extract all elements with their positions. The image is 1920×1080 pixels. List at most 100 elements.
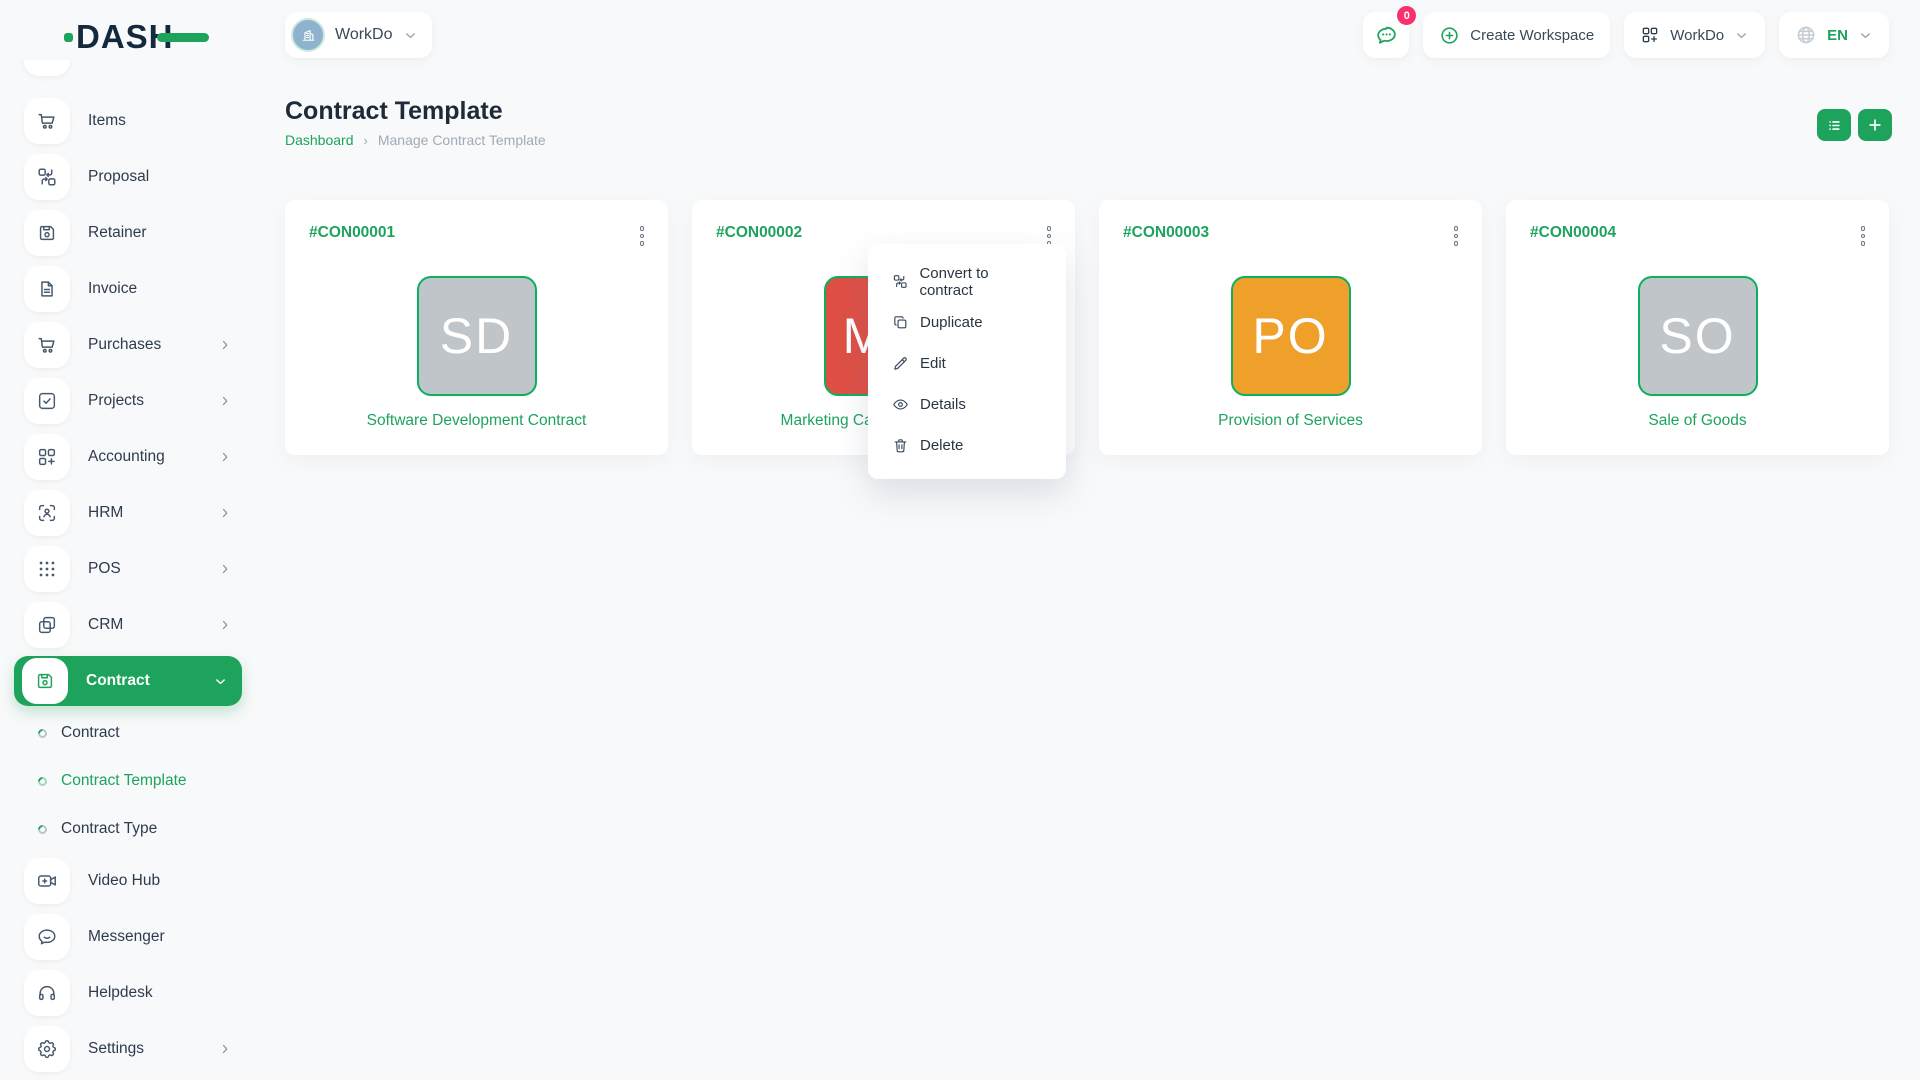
menu-item-duplicate[interactable]: Duplicate xyxy=(868,302,1066,343)
sidebar-item-label: Video Hub xyxy=(88,872,160,890)
sidebar-item-label: Projects xyxy=(88,392,144,410)
workspace-name: WorkDo xyxy=(335,26,393,44)
header-actions: 0 Create Workspace WorkDo EN xyxy=(1363,12,1889,58)
workspace-avatar xyxy=(291,18,325,52)
page-title: Contract Template xyxy=(285,97,503,126)
sidebar-item-label: Invoice xyxy=(88,280,137,298)
template-name-link[interactable]: Software Development Contract xyxy=(309,412,644,430)
menu-item-delete[interactable]: Delete xyxy=(868,425,1066,466)
card-context-menu: Convert to contract Duplicate Edit Detai… xyxy=(868,244,1066,479)
sidebar-item-label: CRM xyxy=(88,616,123,634)
cart-icon xyxy=(36,334,58,356)
user-scan-icon xyxy=(36,502,58,524)
language-code: EN xyxy=(1827,27,1848,44)
save-icon xyxy=(34,670,56,692)
sidebar-subitem-contract-type[interactable]: Contract Type xyxy=(0,805,256,853)
logo-dot xyxy=(64,33,73,42)
sidebar-item-label: Proposal xyxy=(88,168,149,186)
template-card: #CON00001 SD Software Development Contra… xyxy=(285,200,668,455)
breadcrumb-separator: › xyxy=(364,133,368,148)
create-workspace-button[interactable]: Create Workspace xyxy=(1423,12,1610,58)
template-id-link[interactable]: #CON00001 xyxy=(309,224,395,241)
sidebar-item-retainer[interactable]: Retainer xyxy=(0,205,256,261)
sidebar-item-settings[interactable]: Settings xyxy=(0,1021,256,1077)
sidebar-item-label: Retainer xyxy=(88,224,147,242)
swap-grid-icon xyxy=(36,166,58,188)
language-menu-button[interactable]: EN xyxy=(1779,12,1889,58)
cart-icon xyxy=(36,110,58,132)
sidebar-item-video-hub[interactable]: Video Hub xyxy=(0,853,256,909)
create-workspace-label: Create Workspace xyxy=(1470,27,1594,44)
template-id-link[interactable]: #CON00003 xyxy=(1123,224,1209,241)
sidebar-item-purchases[interactable]: Purchases xyxy=(0,317,256,373)
sidebar-item-hrm[interactable]: HRM xyxy=(0,485,256,541)
sidebar-subitem-label: Contract Type xyxy=(61,820,157,838)
template-name-link[interactable]: Provision of Services xyxy=(1123,412,1458,430)
chevron-right-icon xyxy=(218,506,232,520)
apps-menu-button[interactable]: WorkDo xyxy=(1624,12,1765,58)
sidebar-item-helpdesk[interactable]: Helpdesk xyxy=(0,965,256,1021)
kebab-menu-icon[interactable] xyxy=(638,224,647,248)
sidebar-subitem-label: Contract Template xyxy=(61,772,187,790)
sidebar-subitem-contract[interactable]: Contract xyxy=(0,709,256,757)
chat-bubble-icon xyxy=(1374,23,1399,48)
sidebar: Items Proposal Retainer Invoice Purchase… xyxy=(0,60,256,1080)
sidebar-item-label: Accounting xyxy=(88,448,165,466)
kebab-menu-icon[interactable] xyxy=(1859,224,1868,248)
chevron-right-icon xyxy=(218,618,232,632)
template-card: #CON00003 PO Provision of Services xyxy=(1099,200,1482,455)
apps-menu-label: WorkDo xyxy=(1670,27,1724,44)
menu-item-convert-to-contract[interactable]: Convert to contract xyxy=(868,261,1066,302)
sidebar-item-proposal[interactable]: Proposal xyxy=(0,149,256,205)
sidebar-item-items[interactable]: Items xyxy=(0,93,256,149)
sidebar-item-messenger[interactable]: Messenger xyxy=(0,909,256,965)
details-icon xyxy=(892,396,909,413)
workspace-switcher[interactable]: WorkDo xyxy=(285,12,432,58)
sidebar-item-crm[interactable]: CRM xyxy=(0,597,256,653)
delete-icon xyxy=(892,437,909,454)
sidebar-item-label: POS xyxy=(88,560,121,578)
sidebar-item-projects[interactable]: Projects xyxy=(0,373,256,429)
template-id-link[interactable]: #CON00002 xyxy=(716,224,802,241)
headset-icon xyxy=(36,982,58,1004)
sidebar-item-invoice[interactable]: Invoice xyxy=(0,261,256,317)
duplicate-icon xyxy=(892,314,909,331)
top-header: DASH WorkDo 0 Create Workspace WorkDo EN xyxy=(0,0,1920,72)
template-avatar[interactable]: SD xyxy=(417,276,537,396)
edit-icon xyxy=(892,355,909,372)
sidebar-item-contract[interactable]: Contract xyxy=(14,656,242,706)
gear-icon xyxy=(36,1038,58,1060)
template-avatar[interactable]: SO xyxy=(1638,276,1758,396)
sidebar-item-label: HRM xyxy=(88,504,123,522)
plus-circle-icon xyxy=(1439,25,1460,46)
bullet-icon xyxy=(36,823,49,836)
template-id-link[interactable]: #CON00004 xyxy=(1530,224,1616,241)
template-name-link[interactable]: Sale of Goods xyxy=(1530,412,1865,430)
page-actions xyxy=(1817,109,1892,141)
list-view-button[interactable] xyxy=(1817,109,1851,141)
template-card-grid: #CON00001 SD Software Development Contra… xyxy=(285,200,1889,455)
menu-item-edit[interactable]: Edit xyxy=(868,343,1066,384)
logo-bar xyxy=(157,33,209,42)
app-logo[interactable]: DASH xyxy=(64,18,209,56)
breadcrumb-dashboard-link[interactable]: Dashboard xyxy=(285,132,354,148)
template-avatar[interactable]: PO xyxy=(1231,276,1351,396)
chevron-right-icon xyxy=(218,1042,232,1056)
chevron-right-icon xyxy=(218,394,232,408)
sidebar-subitem-contract-template[interactable]: Contract Template xyxy=(0,757,256,805)
sidebar-item-accounting[interactable]: Accounting xyxy=(0,429,256,485)
sidebar-item-pos[interactable]: POS xyxy=(0,541,256,597)
template-card: #CON00004 SO Sale of Goods xyxy=(1506,200,1889,455)
chevron-down-icon xyxy=(213,674,228,689)
video-icon xyxy=(36,870,58,892)
chevron-right-icon xyxy=(218,450,232,464)
list-icon xyxy=(1825,116,1844,135)
messages-button[interactable]: 0 xyxy=(1363,12,1409,58)
create-template-button[interactable] xyxy=(1858,109,1892,141)
grid-plus-icon xyxy=(1640,25,1660,45)
bullet-icon xyxy=(36,727,49,740)
kebab-menu-icon[interactable] xyxy=(1452,224,1461,248)
dots-grid-icon xyxy=(36,558,58,580)
plus-icon xyxy=(1866,116,1884,134)
menu-item-details[interactable]: Details xyxy=(868,384,1066,425)
